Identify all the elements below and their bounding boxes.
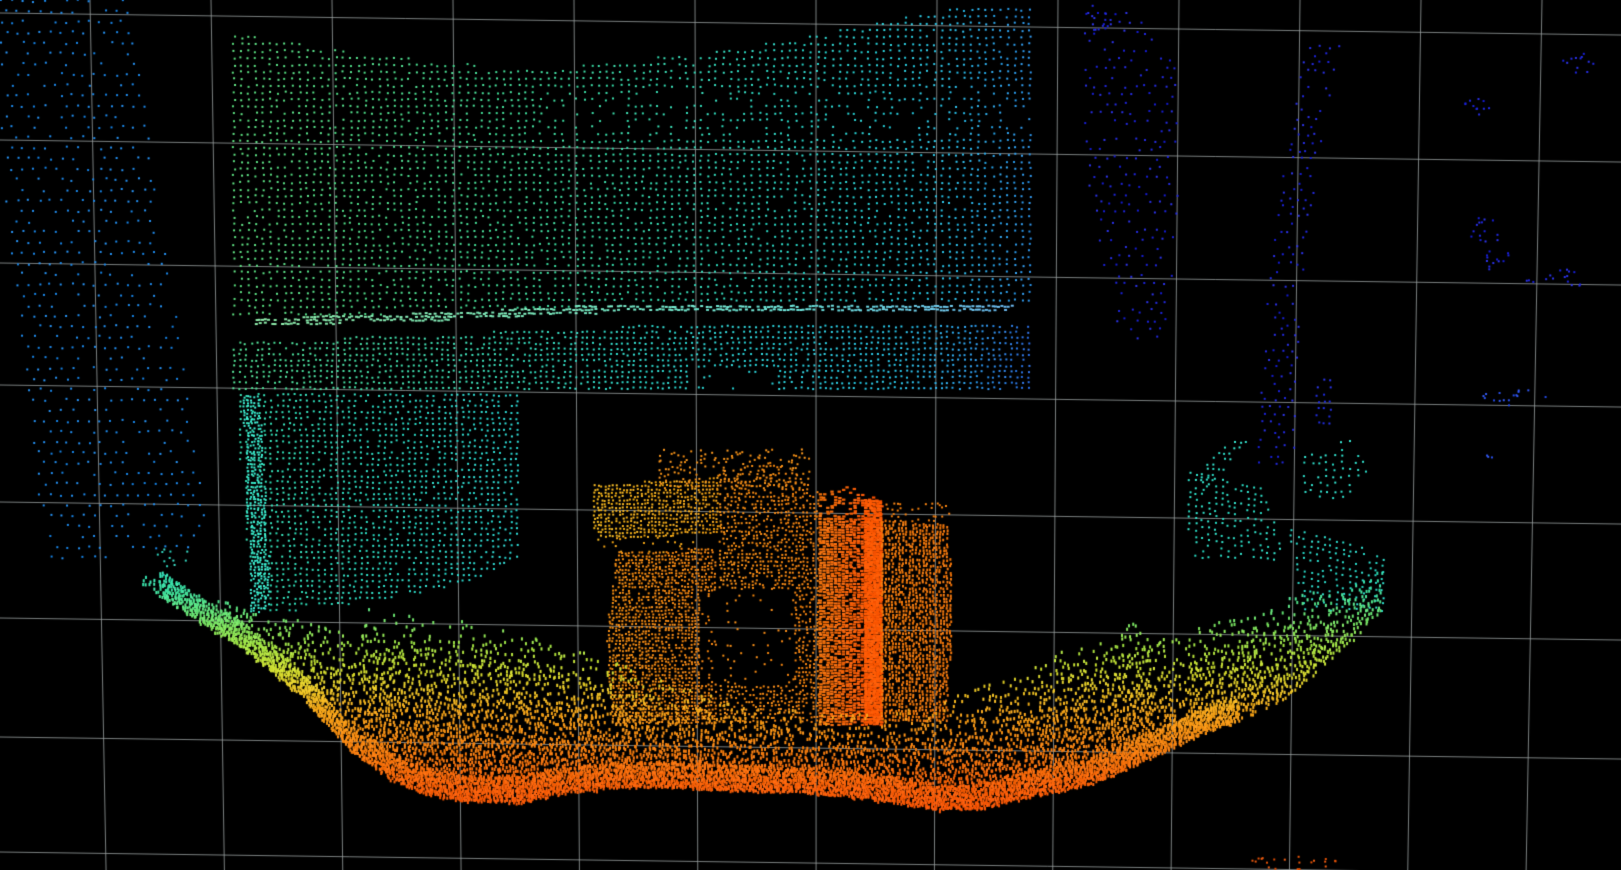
pointcloud-viewport[interactable] [0,0,1621,870]
pointcloud-canvas[interactable] [0,0,1621,870]
